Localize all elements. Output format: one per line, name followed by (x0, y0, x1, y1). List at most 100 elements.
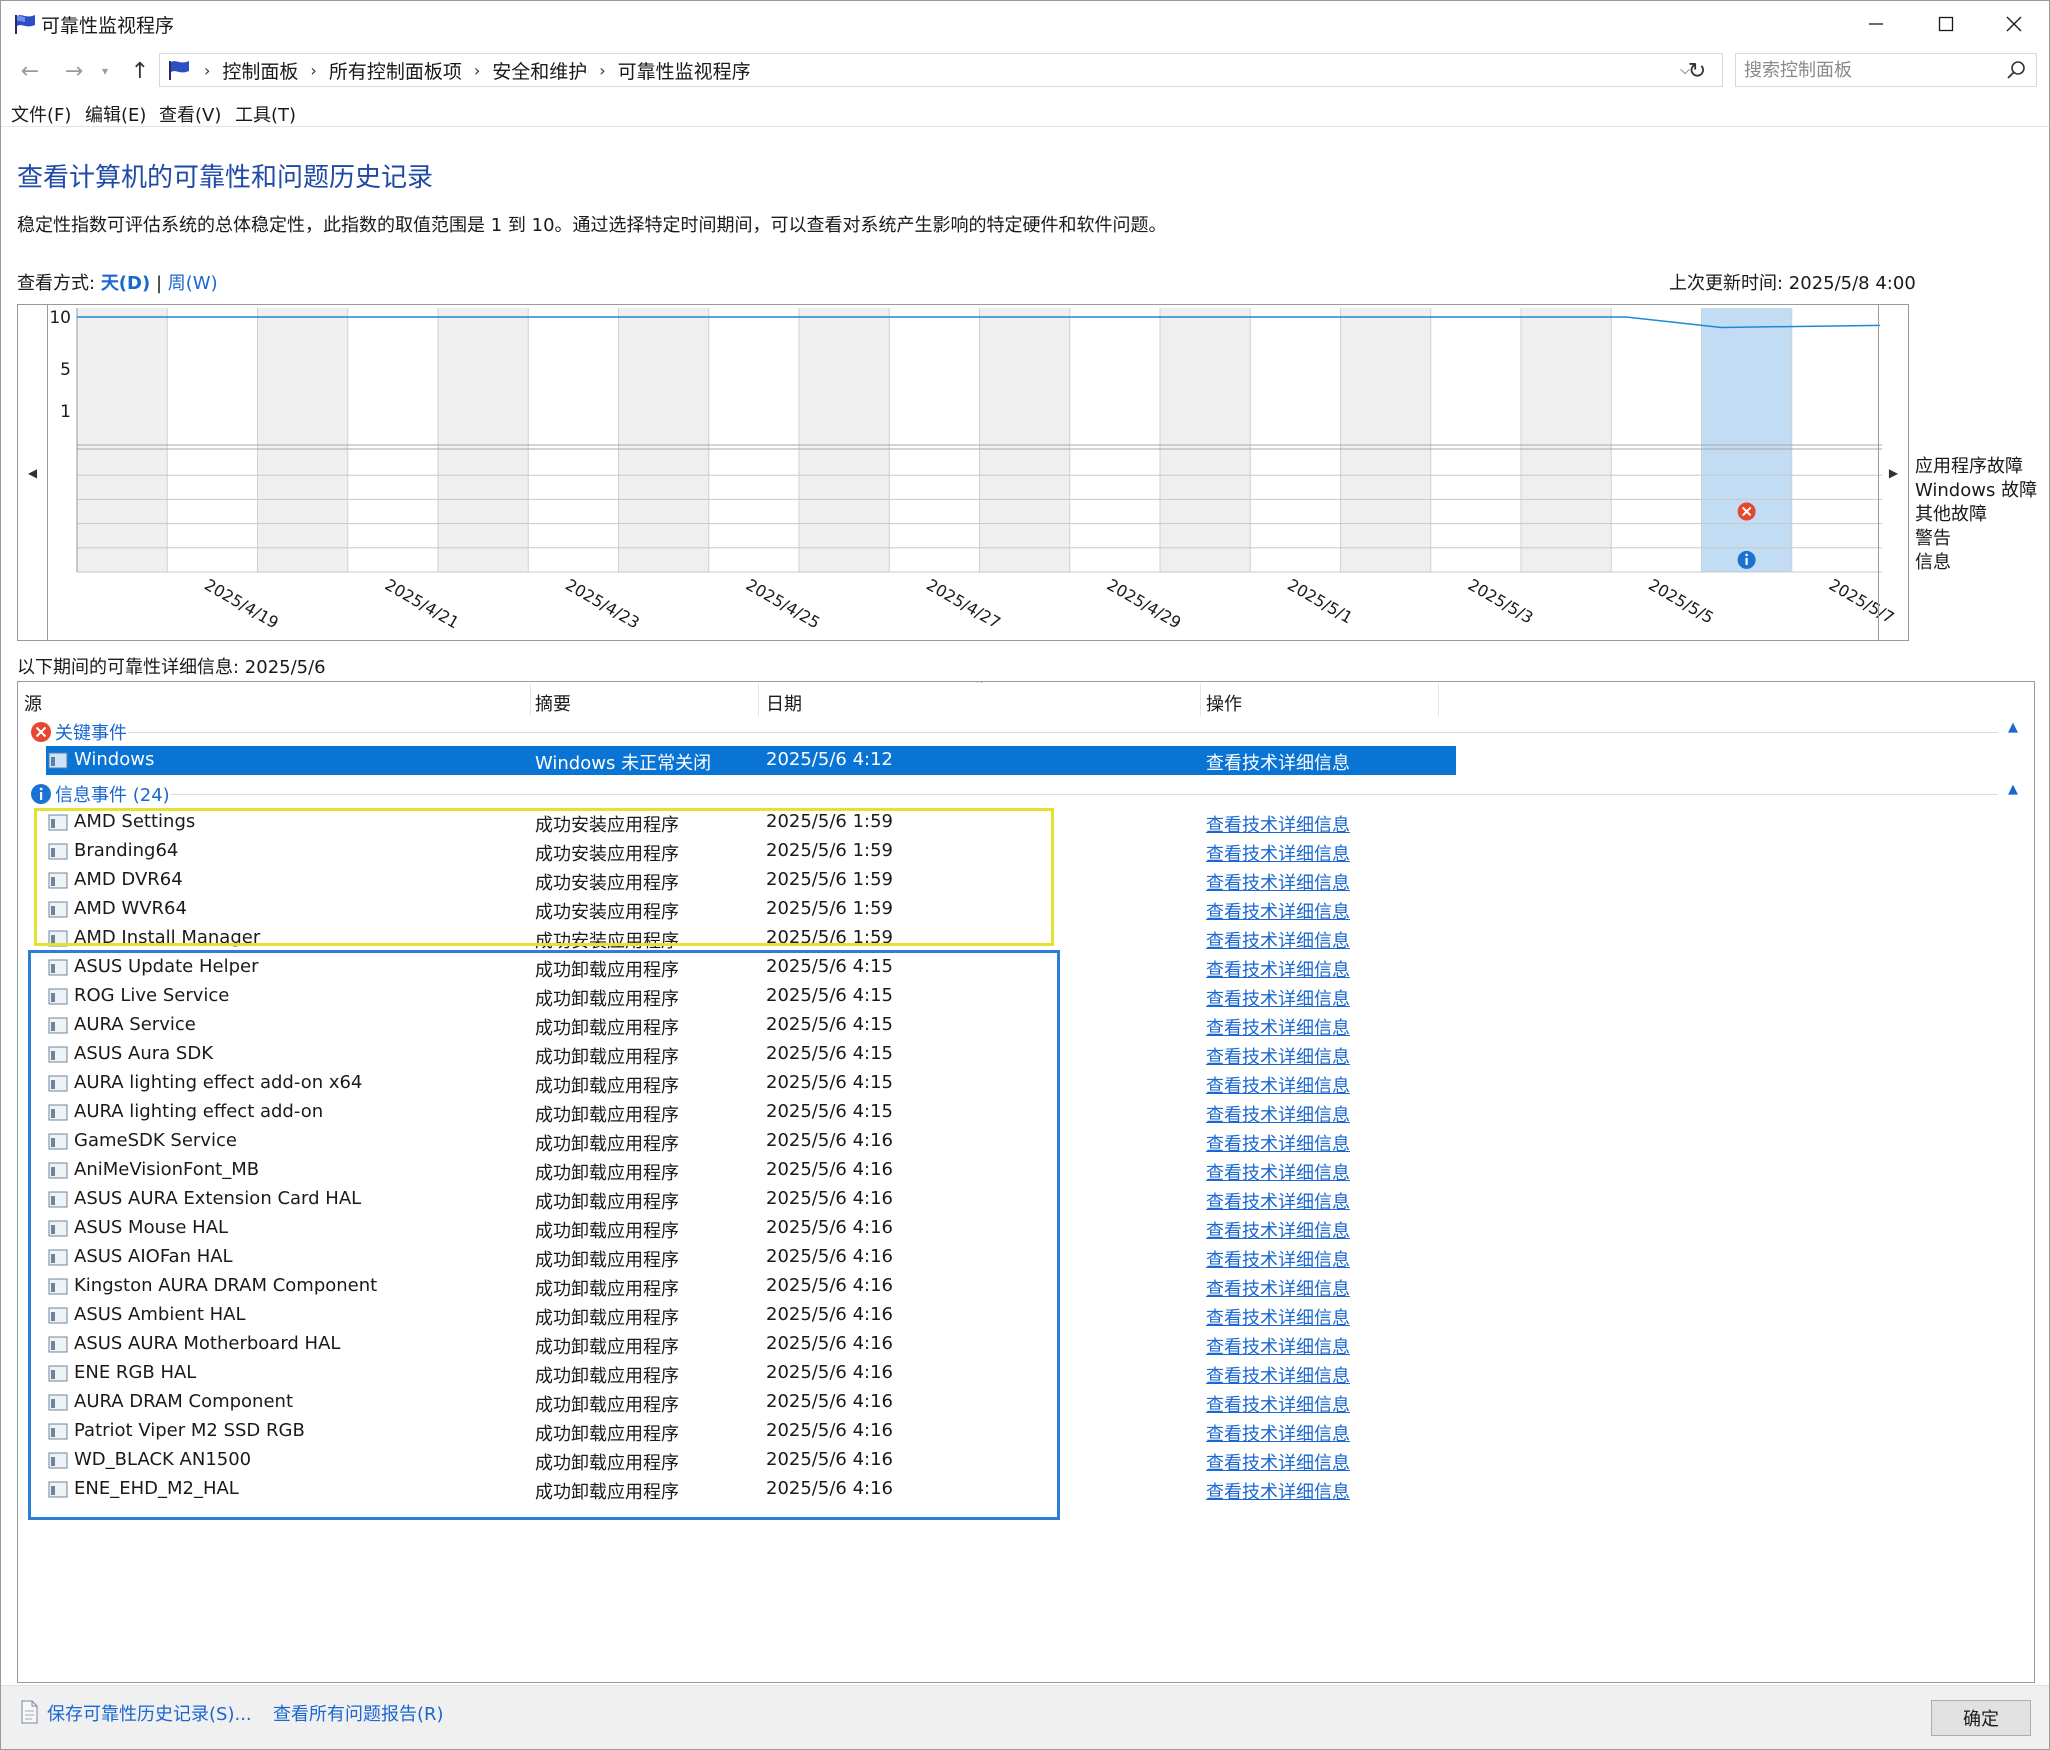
view-by-week-link[interactable]: 周(W) (168, 273, 218, 294)
table-row[interactable]: ASUS Ambient HAL 成功卸载应用程序 2025/5/6 4:16 查看技… (18, 1301, 2034, 1330)
search-box[interactable] (1735, 53, 2037, 87)
view-technical-details-link[interactable]: 查看技术详细信息 (1206, 869, 1350, 895)
search-icon[interactable] (2004, 58, 2028, 82)
table-row[interactable]: GameSDK Service 成功卸载应用程序 2025/5/6 4:16 查看技术… (18, 1127, 2034, 1156)
chart-day-column (77, 308, 168, 572)
view-technical-details-link[interactable]: 查看技术详细信息 (1206, 898, 1350, 924)
table-row[interactable]: ASUS Mouse HAL 成功卸载应用程序 2025/5/6 4:16 查看技术详… (18, 1214, 2034, 1243)
column-summary[interactable]: 摘要 (535, 690, 571, 716)
refresh-button[interactable]: ↻ (1681, 55, 1713, 87)
table-row[interactable]: AniMeVisionFont_MB 成功卸载应用程序 2025/5/6 4:16 查… (18, 1156, 2034, 1185)
column-divider[interactable] (1438, 684, 1439, 716)
table-row[interactable]: AURA lighting effect add-on 成功卸载应用程序 2025/… (18, 1098, 2034, 1127)
view-technical-details-link[interactable]: 查看技术详细信息 (1206, 1014, 1350, 1040)
table-row[interactable]: Kingston AURA DRAM Component 成功卸载应用程序 2025… (18, 1272, 2034, 1301)
search-input[interactable] (1744, 58, 1994, 82)
column-date[interactable]: 日期 (766, 690, 802, 716)
view-technical-details-link[interactable]: 查看技术详细信息 (1206, 1275, 1350, 1301)
view-technical-details-link[interactable]: 查看技术详细信息 (1206, 956, 1350, 982)
view-technical-details-link[interactable]: 查看技术详细信息 (1206, 1449, 1350, 1475)
group-information-events[interactable]: 信息事件 (24) ▲ (18, 780, 2034, 808)
view-technical-details-link[interactable]: 查看技术详细信息 (1206, 1188, 1350, 1214)
forward-button[interactable]: → (59, 55, 89, 87)
view-by-day-link[interactable]: 天(D) (101, 273, 150, 294)
breadcrumb-all-items[interactable]: 所有控制面板项 (329, 57, 462, 84)
view-technical-details-link[interactable]: 查看技术详细信息 (1206, 1130, 1350, 1156)
view-technical-details-link[interactable]: 查看技术详细信息 (1206, 1043, 1350, 1069)
view-technical-details-link[interactable]: 查看技术详细信息 (1206, 1101, 1350, 1127)
chevron-right-icon: › (599, 60, 606, 80)
table-row[interactable]: ASUS AURA Extension Card HAL 成功卸载应用程序 2025… (18, 1185, 2034, 1214)
menu-tools[interactable]: 工具(T) (235, 101, 296, 127)
table-row[interactable]: AMD Install Manager 成功安装应用程序 2025/5/6 1:59… (18, 924, 2034, 953)
column-divider[interactable] (530, 684, 531, 716)
minimize-button[interactable] (1841, 1, 1911, 47)
view-technical-details-link[interactable]: 查看技术详细信息 (1206, 1246, 1350, 1272)
chart-scroll-right-button[interactable]: ▶ (1878, 305, 1908, 640)
table-row[interactable]: WD_BLACK AN1500 成功卸载应用程序 2025/5/6 4:16 查看技术… (18, 1446, 2034, 1475)
recent-locations-button[interactable]: ▾ (95, 55, 115, 87)
menu-view[interactable]: 查看(V) (159, 101, 221, 127)
table-row[interactable]: ENE RGB HAL 成功卸载应用程序 2025/5/6 4:16 查看技术详细信息 (18, 1359, 2034, 1388)
table-row[interactable]: ASUS AIOFan HAL 成功卸载应用程序 2025/5/6 4:16 查看技术… (18, 1243, 2034, 1272)
table-row[interactable]: ASUS Update Helper 成功卸载应用程序 2025/5/6 4:15 查… (18, 953, 2034, 982)
column-action[interactable]: 操作 (1206, 690, 1242, 716)
view-technical-details-link[interactable]: 查看技术详细信息 (1206, 1072, 1350, 1098)
save-reliability-history-link[interactable]: 保存可靠性历史记录(S)... (47, 1700, 252, 1726)
table-row[interactable]: ASUS Aura SDK 成功卸载应用程序 2025/5/6 4:15 查看技术详细… (18, 1040, 2034, 1069)
view-technical-details-link[interactable]: 查看技术详细信息 (1206, 1478, 1350, 1504)
table-row[interactable]: AURA DRAM Component 成功卸载应用程序 2025/5/6 4:16… (18, 1388, 2034, 1417)
table-row[interactable]: Patriot Viper M2 SSD RGB 成功卸载应用程序 2025/5/6… (18, 1417, 2034, 1446)
back-button[interactable]: ← (15, 55, 45, 87)
cell-source: AMD WVR64 (74, 898, 187, 919)
view-technical-details-link[interactable]: 查看技术详细信息 (1206, 749, 1350, 775)
view-all-problem-reports-link[interactable]: 查看所有问题报告(R) (273, 1700, 444, 1726)
address-bar[interactable]: › 控制面板 › 所有控制面板项 › 安全和维护 › 可靠性监视程序 ⌵ (159, 53, 1723, 87)
chart-x-tick-label: 2025/4/27 (923, 575, 1004, 632)
breadcrumb-control-panel[interactable]: 控制面板 (222, 57, 298, 84)
breadcrumb-security-maintenance[interactable]: 安全和维护 (492, 57, 587, 84)
table-row[interactable]: AMD Settings 成功安装应用程序 2025/5/6 1:59 查看技术详细信… (18, 808, 2034, 837)
column-source[interactable]: 源 (24, 690, 42, 716)
chevron-up-icon[interactable]: ▲ (2008, 720, 2018, 735)
close-button[interactable] (1979, 1, 2049, 47)
chevron-up-icon[interactable]: ▲ (2008, 782, 2018, 797)
table-row[interactable]: AURA Service 成功卸载应用程序 2025/5/6 4:15 查看技术详细信… (18, 1011, 2034, 1040)
view-technical-details-link[interactable]: 查看技术详细信息 (1206, 840, 1350, 866)
view-technical-details-link[interactable]: 查看技术详细信息 (1206, 1217, 1350, 1243)
view-technical-details-link[interactable]: 查看技术详细信息 (1206, 1159, 1350, 1185)
view-technical-details-link[interactable]: 查看技术详细信息 (1206, 985, 1350, 1011)
ok-button[interactable]: 确定 (1931, 1700, 2031, 1736)
breadcrumb-reliability-monitor[interactable]: 可靠性监视程序 (618, 57, 751, 84)
chart-plot[interactable]: 10 5 1 2025/4/19 2025/4/21 2025/4/23 2025/4/25… (18, 305, 1908, 640)
table-row[interactable]: AURA lighting effect add-on x64 成功卸载应用程序 2… (18, 1069, 2034, 1098)
table-row[interactable]: ENE_EHD_M2_HAL 成功卸载应用程序 2025/5/6 4:16 查看技术详… (18, 1475, 2034, 1504)
arrow-left-icon: ← (20, 58, 40, 84)
column-divider[interactable] (758, 684, 759, 716)
view-technical-details-link[interactable]: 查看技术详细信息 (1206, 1333, 1350, 1359)
view-technical-details-link[interactable]: 查看技术详细信息 (1206, 1391, 1350, 1417)
table-row[interactable]: ASUS AURA Motherboard HAL 成功卸载应用程序 2025/5/… (18, 1330, 2034, 1359)
view-technical-details-link[interactable]: 查看技术详细信息 (1206, 927, 1350, 953)
view-technical-details-link[interactable]: 查看技术详细信息 (1206, 1362, 1350, 1388)
table-row[interactable]: AMD WVR64 成功安装应用程序 2025/5/6 1:59 查看技术详细信息 (18, 895, 2034, 924)
column-divider[interactable] (1200, 684, 1201, 716)
chart-y-tick-label: 1 (60, 402, 71, 422)
chart-y-tick-label: 5 (60, 360, 71, 380)
table-row[interactable]: AMD DVR64 成功安装应用程序 2025/5/6 1:59 查看技术详细信息 (18, 866, 2034, 895)
menu-file[interactable]: 文件(F) (11, 101, 71, 127)
view-technical-details-link[interactable]: 查看技术详细信息 (1206, 1304, 1350, 1330)
group-critical-events[interactable]: 关键事件 ▲ (18, 718, 2034, 746)
up-button[interactable]: ↑ (125, 55, 155, 87)
app-window-icon (48, 872, 68, 889)
table-row[interactable]: Branding64 成功安装应用程序 2025/5/6 1:59 查看技术详细信息 (18, 837, 2034, 866)
table-row-critical[interactable]: Windows Windows 未正常关闭 2025/5/6 4:12 查看技术… (18, 746, 2034, 775)
menu-edit[interactable]: 编辑(E) (85, 101, 146, 127)
maximize-button[interactable] (1911, 1, 1981, 47)
app-window-icon (48, 1423, 68, 1440)
table-row[interactable]: ROG Live Service 成功卸载应用程序 2025/5/6 4:15 查看技… (18, 982, 2034, 1011)
legend-misc-failures: 其他故障 (1915, 504, 1987, 525)
view-technical-details-link[interactable]: 查看技术详细信息 (1206, 811, 1350, 837)
view-technical-details-link[interactable]: 查看技术详细信息 (1206, 1420, 1350, 1446)
group-critical-label: 关键事件 (55, 723, 127, 744)
